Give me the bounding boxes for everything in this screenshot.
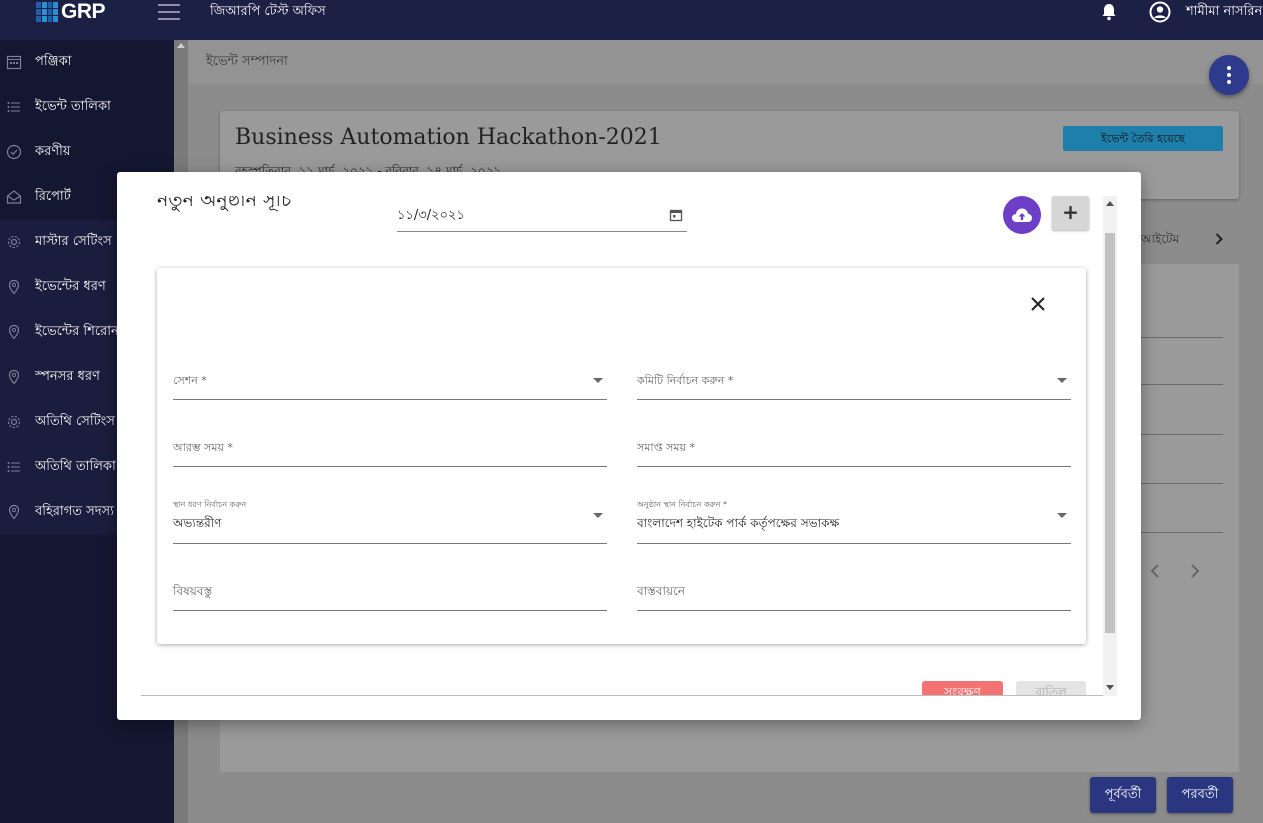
implementation-input[interactable]: বাস্তবায়নে [637,581,1071,611]
sidebar-item-label: ইভেন্ট তালিকা [35,99,111,114]
end-time-input[interactable]: সমাপ্ত সময় * [637,437,1071,467]
dropdown-arrow-icon [593,513,603,518]
list-icon [7,102,20,112]
divider [1141,384,1223,385]
schedule-form: সেশন * কমিটি নির্বাচন করুন * আরম্ভ সময় … [157,268,1086,644]
sidebar-item-label: পঞ্জিকা [35,54,72,69]
sidebar-item-todo[interactable]: করণীয় [0,130,174,175]
schedule-modal: নতুন অনুষ্ঠান সূচি ১১/৩/২০২১ + সেশন * কম… [117,172,1141,720]
gear-icon [7,415,21,429]
field-label: সমাপ্ত সময় * [637,441,695,454]
field-value: বাংলাদেশ হাইটেক পার্ক কর্তৃপক্ষের সভাকক্… [637,516,840,530]
topic-input[interactable]: বিষয়বস্তু [173,581,607,611]
modal-scrollbar[interactable] [1103,196,1117,696]
field-label: আরম্ভ সময় * [173,441,233,454]
dropdown-arrow-icon [593,378,603,383]
dropdown-arrow-icon [1057,513,1067,518]
sidebar-item-event-list[interactable]: ইভেন্ট তালিকা [0,85,174,130]
cloud-upload-icon [1012,208,1032,222]
report-icon [6,190,22,204]
divider [1141,434,1223,435]
bell-icon[interactable] [1101,3,1117,21]
sidebar-item-label: করণীয় [35,144,71,159]
sidebar-item-label: ইভেন্টের শিরোনাম [35,324,130,339]
previous-button[interactable]: পূর্ববর্তী [1090,777,1156,813]
chevron-right-icon[interactable] [1212,232,1226,246]
check-circle-icon [6,144,22,160]
field-label: অনুষ্ঠান স্থান নির্বাচন করুন * [637,500,728,509]
sidebar-item-label: মাস্টার সেটিংস [35,234,112,249]
scroll-up-arrow-icon[interactable] [177,43,185,48]
chevron-left-icon[interactable] [1148,563,1162,579]
place-type-select[interactable]: স্থান ধরণ নির্বাচন করুন অভ্যন্তরীণ [173,500,607,544]
user-name[interactable]: শামীমা নাসরিন [1186,2,1262,23]
sidebar-item-label: অতিথি সেটিংস [35,414,115,429]
logo-text: GRP [61,0,106,23]
save-button[interactable]: সংরক্ষণ [922,681,1003,695]
breadcrumb-bar [188,40,1263,84]
location-pin-icon [8,369,20,385]
tab-items[interactable]: আইটেম [1141,231,1179,251]
committee-select[interactable]: কমিটি নির্বাচন করুন * [637,370,1071,400]
location-pin-icon [8,279,20,295]
add-button[interactable]: + [1052,196,1089,230]
scroll-up-arrow-icon[interactable] [1106,201,1114,206]
more-options-button[interactable] [1209,55,1249,95]
start-time-input[interactable]: আরম্ভ সময় * [173,437,607,467]
sidebar-item-label: বহিরাগত সদস্য [35,504,114,519]
modal-title: নতুন অনুষ্ঠান সূচি [157,196,292,211]
divider [1141,337,1223,338]
logo-grid-icon [36,2,58,22]
field-value: অভ্যন্তরীণ [173,516,222,530]
chevron-right-icon[interactable] [1188,563,1202,579]
upload-button[interactable] [1003,196,1041,234]
location-pin-icon [8,324,20,340]
close-icon[interactable] [1029,295,1047,313]
date-input[interactable]: ১১/৩/২০২১ [397,204,687,232]
gear-icon [7,235,21,249]
office-name: জিআরপি টেস্ট অফিস [210,4,326,19]
sidebar-item-calendar[interactable]: পঞ্জিকা [0,40,174,85]
user-account-icon[interactable] [1149,1,1171,23]
next-button[interactable]: পরবর্তী [1167,777,1233,813]
scroll-down-arrow-icon[interactable] [1106,685,1114,690]
field-label: সেশন * [173,374,207,387]
cancel-button[interactable]: বাতিল [1016,681,1086,695]
dropdown-arrow-icon [1057,378,1067,383]
sidebar-item-label: ইভেন্টের ধরণ [35,279,106,294]
modal-content: নতুন অনুষ্ঠান সূচি ১১/৩/২০২১ + সেশন * কম… [141,196,1103,696]
calendar-icon [6,55,22,70]
sidebar-item-label: অতিথি তালিকা [35,459,116,474]
field-label: বাস্তবায়নে [637,584,686,598]
calendar-icon[interactable] [669,208,683,222]
sidebar-item-label: স্পনসর ধরণ [35,369,100,384]
top-bar: GRP জিআরপি টেস্ট অফিস শামীমা নাসরিন [0,0,1263,40]
breadcrumb: ইভেন্ট সম্পাদনা [206,54,288,69]
session-select[interactable]: সেশন * [173,370,607,400]
field-label: কমিটি নির্বাচন করুন * [637,374,734,387]
location-pin-icon [8,504,20,520]
scroll-thumb[interactable] [1105,233,1115,633]
divider [1141,532,1223,533]
venue-select[interactable]: অনুষ্ঠান স্থান নির্বাচন করুন * বাংলাদেশ … [637,500,1071,544]
sidebar-item-label: রিপোর্ট [35,189,71,204]
event-title: Business Automation Hackathon-2021 [235,125,662,150]
hamburger-menu-icon[interactable] [158,4,180,20]
list-icon [7,462,20,472]
field-label: স্থান ধরণ নির্বাচন করুন [173,500,247,509]
app-logo[interactable]: GRP [36,0,106,24]
date-value: ১১/৩/২০২১ [397,208,465,223]
divider [1141,483,1223,484]
status-badge: ইভেন্ট তৈরি হয়েছে [1063,126,1223,151]
field-label: বিষয়বস্তু [173,584,213,598]
